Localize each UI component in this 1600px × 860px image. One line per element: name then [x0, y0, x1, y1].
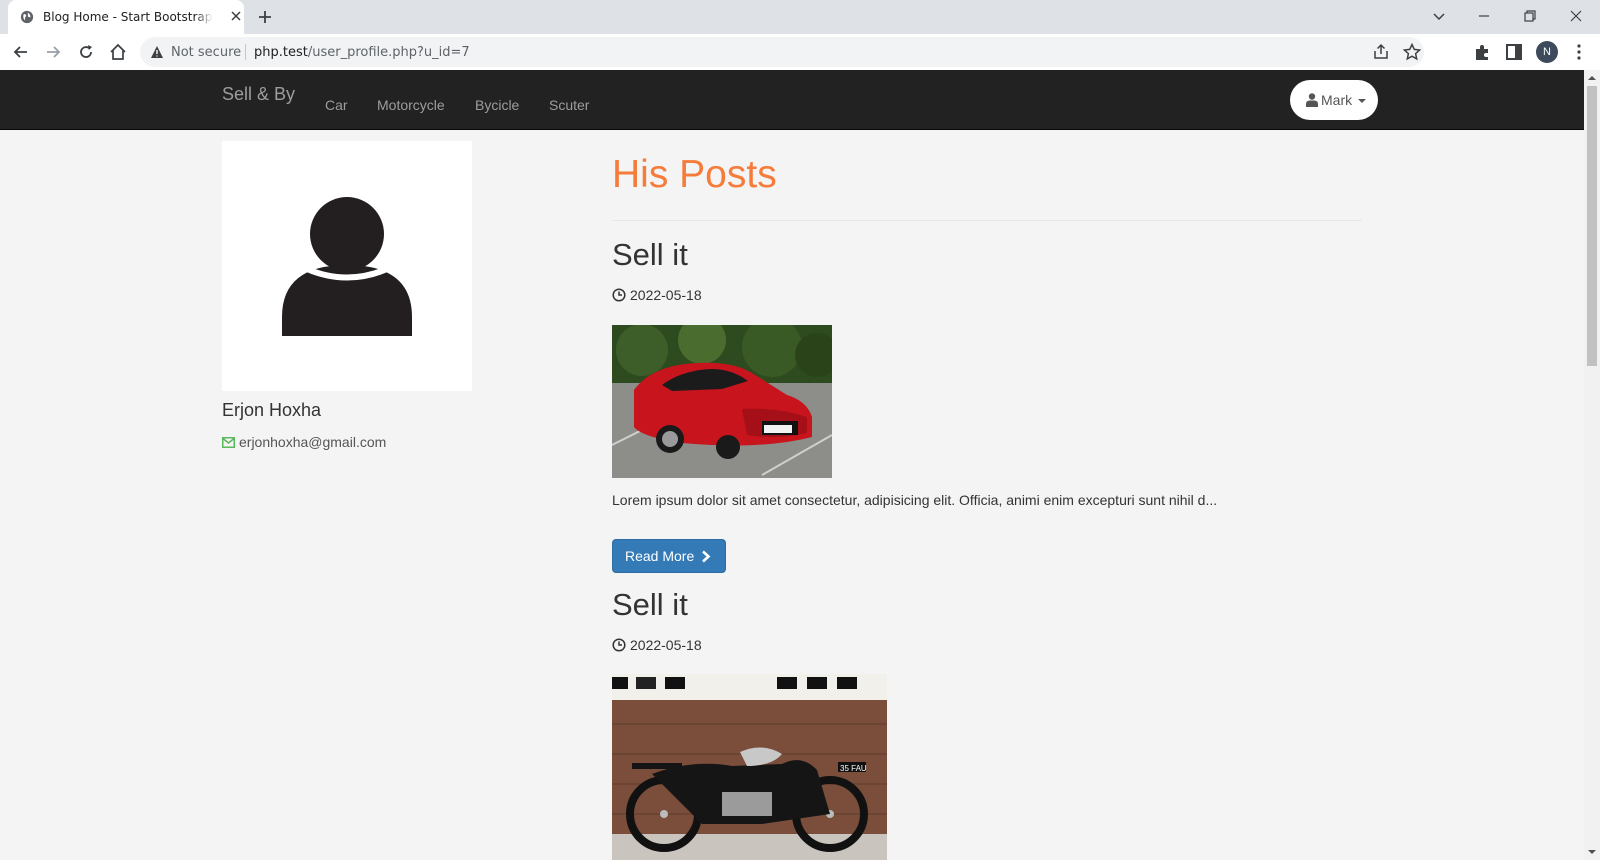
share-icon[interactable]: [1371, 42, 1391, 62]
security-label[interactable]: Not secure: [171, 45, 241, 60]
post-title: Sell it: [612, 237, 688, 272]
nav-link-car[interactable]: Car: [325, 97, 348, 113]
scroll-up-icon[interactable]: [1588, 74, 1596, 82]
motorcycle-image: 35 FAU: [612, 674, 887, 860]
red-car-image: [612, 325, 832, 478]
close-tab-icon[interactable]: [229, 9, 243, 23]
scroll-down-icon[interactable]: [1588, 848, 1596, 856]
profile-avatar-image: [222, 141, 472, 391]
person-silhouette-icon: [282, 197, 412, 336]
browser-tabstrip: Blog Home - Start Bootstrap Template: [0, 0, 1600, 34]
license-plate-text: 35 FAU: [840, 764, 867, 773]
user-icon: [1306, 93, 1318, 107]
caret-down-icon: [1358, 99, 1366, 103]
nav-link-scuter[interactable]: Scuter: [549, 97, 589, 113]
url-text[interactable]: php.test/user_profile.php?u_id=7: [254, 45, 470, 60]
red-car-photo[interactable]: [612, 325, 832, 478]
scrollbar-thumb[interactable]: [1587, 86, 1597, 366]
heading-divider: [612, 220, 1362, 221]
post-title: Sell it: [612, 587, 688, 622]
nav-link-motorcycle[interactable]: Motorcycle: [377, 97, 445, 113]
side-panel-icon[interactable]: [1504, 42, 1524, 62]
posts-heading: His Posts: [612, 153, 777, 196]
envelope-icon: [222, 437, 235, 448]
post-date-text: 2022-05-18: [630, 637, 702, 653]
home-icon[interactable]: [108, 42, 128, 62]
reload-icon[interactable]: [76, 42, 96, 62]
profile-email-text[interactable]: erjonhoxha@gmail.com: [239, 434, 386, 450]
kebab-menu-icon[interactable]: [1569, 42, 1589, 62]
browser-tab[interactable]: Blog Home - Start Bootstrap Template: [8, 0, 244, 34]
post-excerpt: Lorem ipsum dolor sit amet consectetur, …: [612, 492, 1218, 508]
forward-arrow-icon[interactable]: [43, 42, 63, 62]
omnibox-divider: [245, 44, 246, 60]
bookmark-star-icon[interactable]: [1402, 42, 1422, 62]
browser-toolbar: Not secure php.test/user_profile.php?u_i…: [0, 34, 1600, 70]
brand-link[interactable]: Sell & By: [222, 84, 295, 105]
back-arrow-icon[interactable]: [11, 42, 31, 62]
minimize-icon[interactable]: [1476, 8, 1492, 24]
tab-search-icon[interactable]: [1431, 8, 1447, 24]
motorcycle-photo[interactable]: 35 FAU: [612, 674, 887, 860]
site-navbar: Sell & By Car Motorcycle Bycicle Scuter …: [0, 70, 1584, 130]
user-menu-label: Mark: [1321, 92, 1353, 108]
clock-icon: [612, 288, 626, 302]
read-more-button[interactable]: Read More: [612, 539, 726, 573]
read-more-label: Read More: [625, 548, 695, 564]
page-scrollbar[interactable]: [1584, 70, 1600, 860]
address-bar[interactable]: Not secure php.test/user_profile.php?u_i…: [140, 37, 1424, 67]
profile-avatar[interactable]: N: [1536, 41, 1558, 63]
profile-name: Erjon Hoxha: [222, 400, 322, 420]
nav-link-bycicle[interactable]: Bycicle: [475, 97, 519, 113]
page-viewport: Sell & By Car Motorcycle Bycicle Scuter …: [0, 70, 1584, 860]
warning-icon[interactable]: [150, 45, 164, 59]
new-tab-icon[interactable]: [257, 9, 273, 25]
close-window-icon[interactable]: [1568, 8, 1584, 24]
post-date: 2022-05-18: [612, 637, 702, 653]
url-host: php.test: [254, 45, 308, 60]
tab-title: Blog Home - Start Bootstrap Template: [43, 10, 213, 24]
clock-icon: [612, 638, 626, 652]
globe-icon: [20, 10, 34, 24]
post-date-text: 2022-05-18: [630, 287, 702, 303]
extensions-puzzle-icon[interactable]: [1472, 42, 1492, 62]
user-menu-button[interactable]: Mark: [1290, 80, 1378, 120]
restore-icon[interactable]: [1522, 8, 1538, 24]
chevron-right-icon: [702, 550, 711, 563]
post-date: 2022-05-18: [612, 287, 702, 303]
url-path: /user_profile.php?u_id=7: [307, 45, 470, 60]
profile-email: erjonhoxha@gmail.com: [222, 434, 386, 450]
